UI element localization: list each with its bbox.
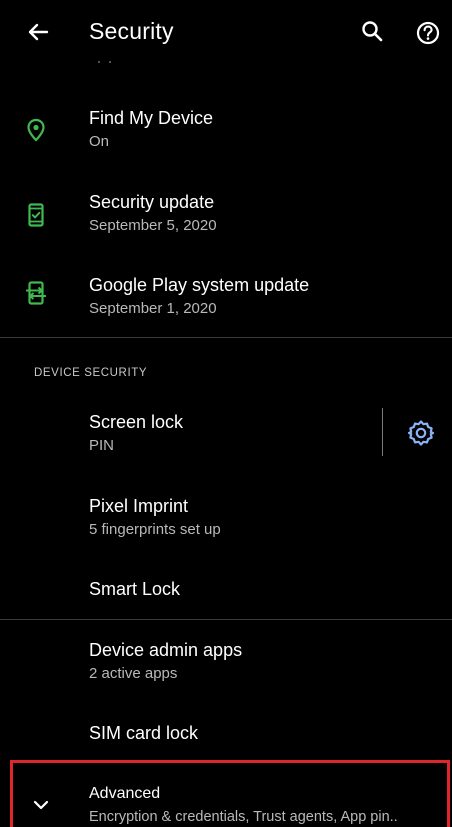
- find-my-device-title: Find My Device: [89, 108, 214, 128]
- section-divider: [0, 337, 452, 338]
- back-button[interactable]: [20, 14, 56, 50]
- scroll-indicator: [98, 61, 111, 63]
- find-my-device-subtitle: On: [89, 133, 110, 150]
- gear-icon: [407, 420, 435, 446]
- pixel-imprint-subtitle: 5 fingerprints set up: [89, 521, 221, 538]
- find-my-device-item[interactable]: Find My Device On: [0, 96, 452, 172]
- google-play-system-update-subtitle: September 1, 2020: [89, 300, 217, 317]
- help-button[interactable]: [410, 16, 446, 52]
- advanced-subtitle: Encryption & credentials, Trust agents, …: [89, 809, 398, 825]
- screen-lock-title: Screen lock: [89, 412, 184, 432]
- sim-card-lock-item[interactable]: SIM card lock: [0, 706, 452, 760]
- pixel-imprint-title: Pixel Imprint: [89, 496, 189, 516]
- sim-card-lock-title: SIM card lock: [89, 723, 199, 743]
- screen-lock-item[interactable]: Screen lock PIN: [0, 400, 382, 464]
- location-pin-icon: [27, 118, 45, 142]
- search-icon: [362, 21, 383, 42]
- vertical-separator: [382, 408, 383, 456]
- chevron-down-icon: [33, 800, 49, 810]
- pixel-imprint-item[interactable]: Pixel Imprint 5 fingerprints set up: [0, 484, 452, 550]
- device-admin-apps-title: Device admin apps: [89, 640, 243, 660]
- arrow-left-icon: [28, 23, 49, 41]
- screen-lock-settings-button[interactable]: [404, 416, 438, 450]
- security-settings-screen: Security Find My Device On Security upda…: [0, 0, 452, 827]
- advanced-title: Advanced: [89, 785, 161, 802]
- google-play-system-update-item[interactable]: Google Play system update September 1, 2…: [0, 265, 452, 337]
- google-play-system-update-title: Google Play system update: [89, 275, 310, 295]
- advanced-item[interactable]: Advanced Encryption & credentials, Trust…: [10, 760, 450, 827]
- smart-lock-item[interactable]: Smart Lock: [0, 562, 452, 618]
- app-bar: Security: [0, 0, 452, 68]
- help-icon: [416, 21, 440, 45]
- security-update-item[interactable]: Security update September 5, 2020: [0, 181, 452, 259]
- page-title: Security: [89, 18, 174, 44]
- security-update-title: Security update: [89, 192, 215, 212]
- smart-lock-title: Smart Lock: [89, 579, 181, 599]
- section-divider: [0, 619, 452, 620]
- security-update-subtitle: September 5, 2020: [89, 217, 217, 234]
- phone-check-icon: [28, 203, 44, 227]
- device-admin-apps-subtitle: 2 active apps: [89, 665, 178, 682]
- device-admin-apps-item[interactable]: Device admin apps 2 active apps: [0, 630, 452, 696]
- search-button[interactable]: [356, 16, 390, 50]
- screen-lock-subtitle: PIN: [89, 437, 115, 454]
- phone-sync-icon: [26, 281, 46, 305]
- device-security-header: DEVICE SECURITY: [34, 367, 148, 379]
